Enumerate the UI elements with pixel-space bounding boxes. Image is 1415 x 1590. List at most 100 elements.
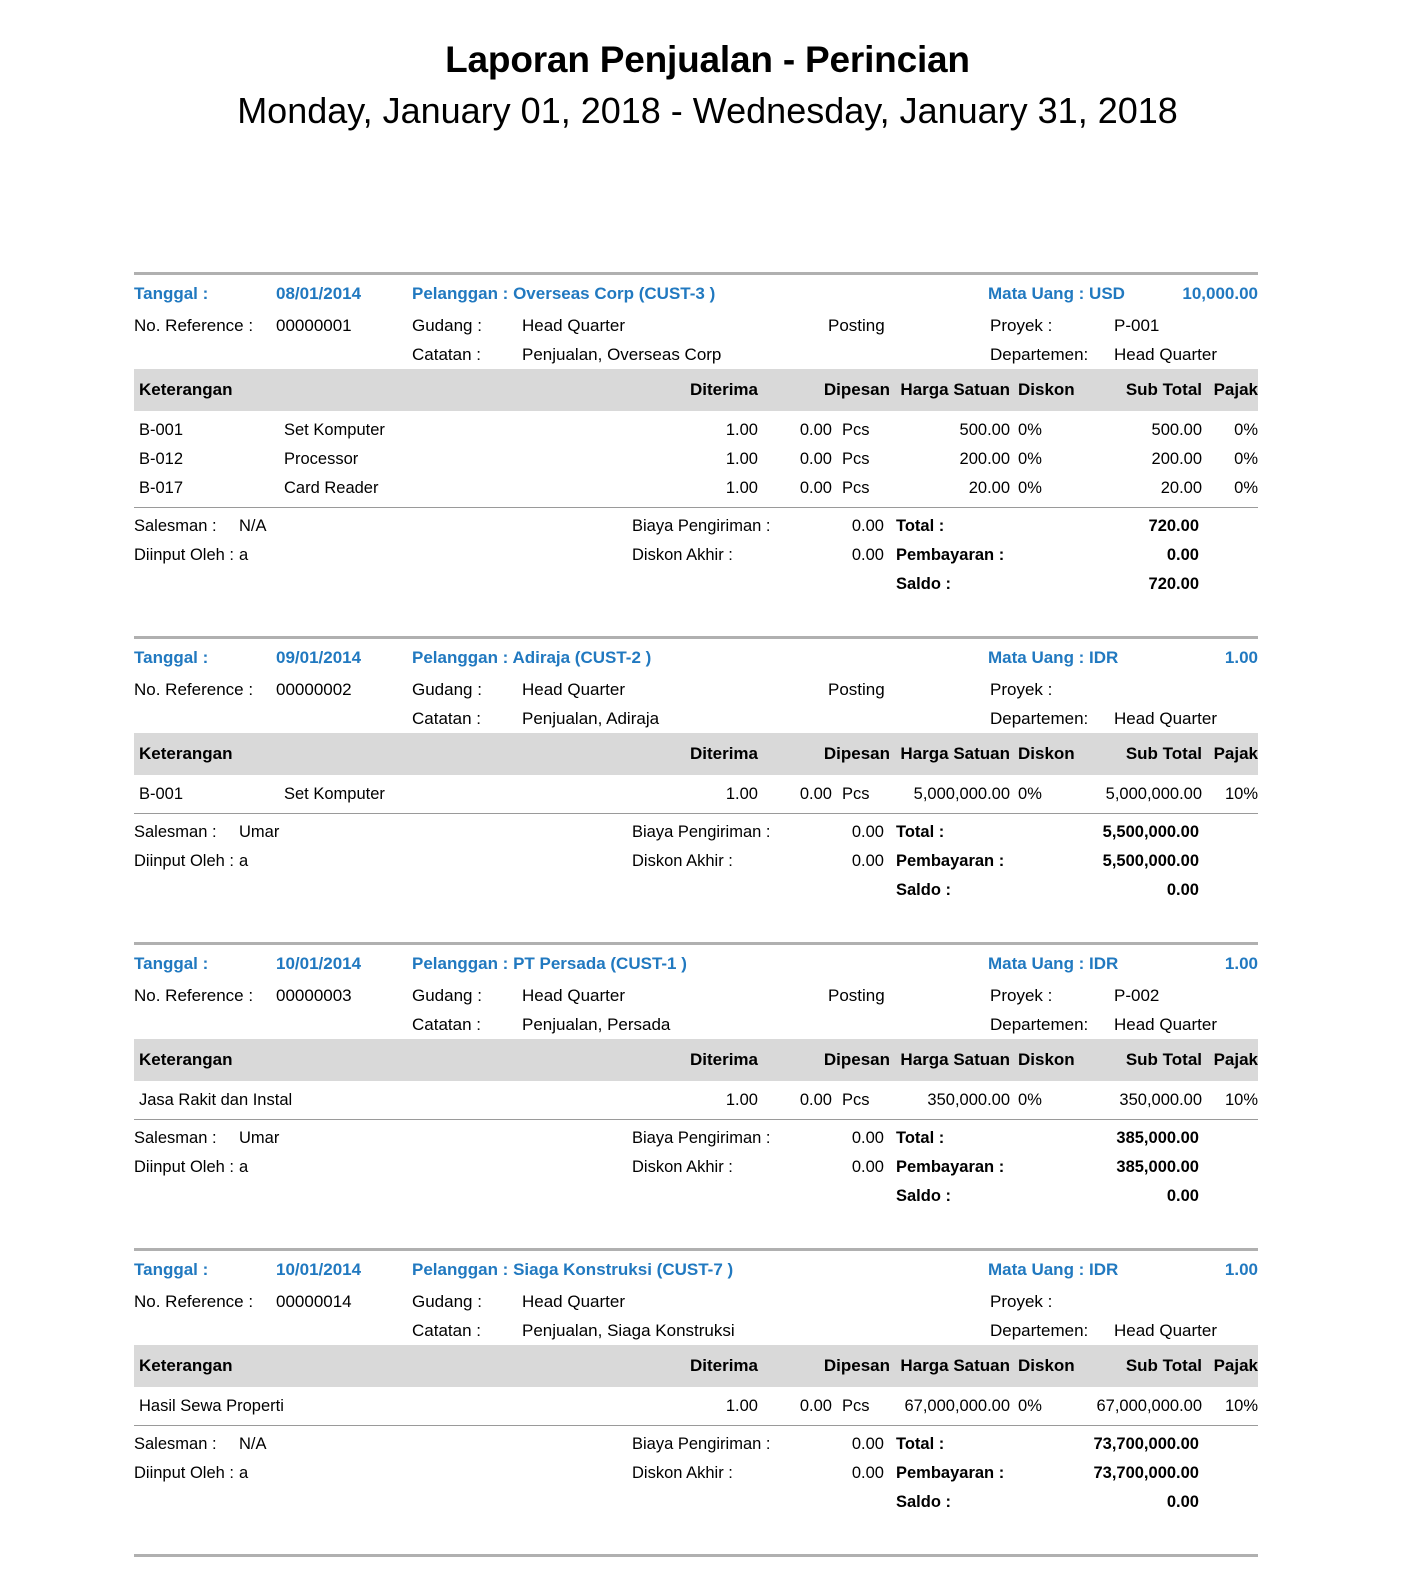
report-date-range: Monday, January 01, 2018 - Wednesday, Ja…: [237, 89, 1178, 131]
col-header-sub-total: Sub Total: [1086, 733, 1203, 775]
salesman-value: N/A: [239, 1435, 267, 1453]
saldo-label: Saldo :: [896, 881, 952, 899]
item-description: Set Komputer: [284, 785, 385, 803]
col-header-diterima: Diterima: [644, 1039, 758, 1081]
biaya-pengiriman-value: 0.00: [851, 823, 884, 841]
pembayaran-label: Pembayaran :: [896, 852, 1005, 870]
diskon-akhir-value: 0.00: [851, 546, 884, 564]
item-dipesan: 0.00: [799, 421, 832, 439]
item-pajak: 0%: [1234, 421, 1259, 439]
record-header: Tanggal : 10/01/2014 Pelanggan : PT Persad…: [134, 945, 1258, 1039]
catatan-value: Penjualan, Adiraja: [522, 709, 660, 728]
proyek-value: P-001: [1114, 316, 1160, 335]
diskon-akhir-value: 0.00: [851, 1464, 884, 1482]
col-header-diskon: Diskon: [1010, 733, 1087, 775]
pembayaran-label: Pembayaran :: [896, 1464, 1005, 1482]
item-description: Set Komputer: [284, 421, 385, 439]
proyek-label: Proyek :: [990, 986, 1053, 1005]
gudang-value: Head Quarter: [522, 1292, 625, 1311]
item-unit: Pcs: [842, 785, 870, 803]
biaya-pengiriman-value: 0.00: [851, 517, 884, 535]
col-header-dipesan: Dipesan: [758, 1039, 891, 1081]
col-header-keterangan: Keterangan: [134, 733, 644, 775]
item-unit: Pcs: [842, 450, 870, 468]
item-harga-satuan: 20.00: [968, 479, 1011, 497]
col-header-harga-satuan: Harga Satuan: [890, 1345, 1011, 1387]
salesman-label: Salesman :: [134, 1129, 217, 1147]
tanggal-label: Tanggal :: [134, 284, 209, 303]
catatan-value: Penjualan, Siaga Konstruksi: [522, 1321, 735, 1340]
pembayaran-value: 73,700,000.00: [1093, 1464, 1199, 1482]
mata-uang-value: Mata Uang : IDR: [988, 648, 1119, 667]
catatan-value: Penjualan, Overseas Corp: [522, 345, 722, 364]
tanggal-value: 10/01/2014: [276, 954, 362, 973]
table-row: Hasil Sewa Properti 1.00 0.00 Pcs 67,000,000…: [134, 1387, 1258, 1421]
sales-record: Tanggal : 08/01/2014 Pelanggan : Overseas …: [134, 275, 1259, 600]
no-reference-value: 00000014: [276, 1292, 352, 1311]
pelanggan-value: Pelanggan : Siaga Konstruksi (CUST-7 ): [412, 1260, 734, 1279]
posting-status: Posting: [828, 986, 885, 1005]
col-header-keterangan: Keterangan: [134, 369, 644, 411]
col-header-harga-satuan: Harga Satuan: [890, 369, 1011, 411]
col-header-diterima: Diterima: [644, 369, 758, 411]
pembayaran-value: 0.00: [1166, 546, 1199, 564]
item-harga-satuan: 350,000.00: [927, 1091, 1011, 1109]
no-reference-label: No. Reference :: [134, 1292, 254, 1311]
col-header-diskon: Diskon: [1010, 369, 1087, 411]
salesman-value: Umar: [239, 1129, 280, 1147]
proyek-label: Proyek :: [990, 680, 1053, 699]
record-header: Tanggal : 09/01/2014 Pelanggan : Adiraja (…: [134, 639, 1258, 733]
biaya-pengiriman-label: Biaya Pengiriman :: [632, 1129, 771, 1147]
diskon-akhir-label: Diskon Akhir :: [632, 546, 733, 564]
item-pajak: 0%: [1234, 450, 1259, 468]
catatan-label: Catatan :: [412, 1321, 481, 1340]
record-footer: Salesman : Umar Biaya Pengiriman : 0.00 Tota…: [134, 1119, 1258, 1212]
departemen-value: Head Quarter: [1114, 1015, 1217, 1034]
col-header-sub-total: Sub Total: [1086, 1039, 1203, 1081]
biaya-pengiriman-value: 0.00: [851, 1129, 884, 1147]
mata-uang-value: Mata Uang : IDR: [988, 954, 1119, 973]
total-label: Total :: [896, 517, 945, 535]
diskon-akhir-value: 0.00: [851, 852, 884, 870]
item-diskon: 0%: [1018, 421, 1042, 439]
gudang-label: Gudang :: [412, 986, 482, 1005]
line-items-table: Keterangan Diterima Dipesan Harga Satuan Dis…: [134, 1345, 1259, 1421]
item-code: B-001: [139, 421, 184, 439]
table-header-row: Keterangan Diterima Dipesan Harga Satuan Dis…: [134, 1039, 1259, 1081]
diskon-akhir-value: 0.00: [851, 1158, 884, 1176]
saldo-value: 720.00: [1148, 575, 1199, 593]
item-dipesan: 0.00: [799, 1397, 832, 1415]
item-diterima: 1.00: [725, 479, 758, 497]
col-header-diterima: Diterima: [644, 1345, 758, 1387]
gudang-label: Gudang :: [412, 1292, 482, 1311]
mata-uang-value: Mata Uang : USD: [988, 284, 1125, 303]
tanggal-label: Tanggal :: [134, 648, 209, 667]
gudang-value: Head Quarter: [522, 986, 625, 1005]
item-harga-satuan: 67,000,000.00: [904, 1397, 1011, 1415]
biaya-pengiriman-label: Biaya Pengiriman :: [632, 517, 771, 535]
gudang-label: Gudang :: [412, 680, 482, 699]
table-row: B-001 Set Komputer 1.00 0.00 Pcs 500.00 0% 500.…: [134, 411, 1258, 445]
saldo-label: Saldo :: [896, 575, 952, 593]
departemen-label: Departemen:: [990, 709, 1089, 728]
kurs-value: 1.00: [1224, 648, 1258, 667]
item-description: Processor: [284, 450, 359, 468]
table-row: Jasa Rakit dan Instal 1.00 0.00 Pcs 350,000.…: [134, 1081, 1258, 1115]
salesman-value: N/A: [239, 517, 267, 535]
pembayaran-label: Pembayaran :: [896, 1158, 1005, 1176]
item-harga-satuan: 500.00: [959, 421, 1011, 439]
item-diskon: 0%: [1018, 479, 1042, 497]
col-header-diskon: Diskon: [1010, 1345, 1087, 1387]
no-reference-value: 00000002: [276, 680, 352, 699]
saldo-value: 0.00: [1166, 881, 1199, 899]
item-code: B-001: [139, 785, 184, 803]
tanggal-label: Tanggal :: [134, 1260, 209, 1279]
page-title: Laporan Penjualan - Perincian: [445, 39, 970, 80]
col-header-pajak: Pajak: [1202, 733, 1259, 775]
col-header-diterima: Diterima: [644, 733, 758, 775]
item-unit: Pcs: [842, 479, 870, 497]
item-dipesan: 0.00: [799, 785, 832, 803]
total-value: 5,500,000.00: [1102, 823, 1199, 841]
departemen-value: Head Quarter: [1114, 709, 1217, 728]
item-sub-total: 350,000.00: [1119, 1091, 1203, 1109]
